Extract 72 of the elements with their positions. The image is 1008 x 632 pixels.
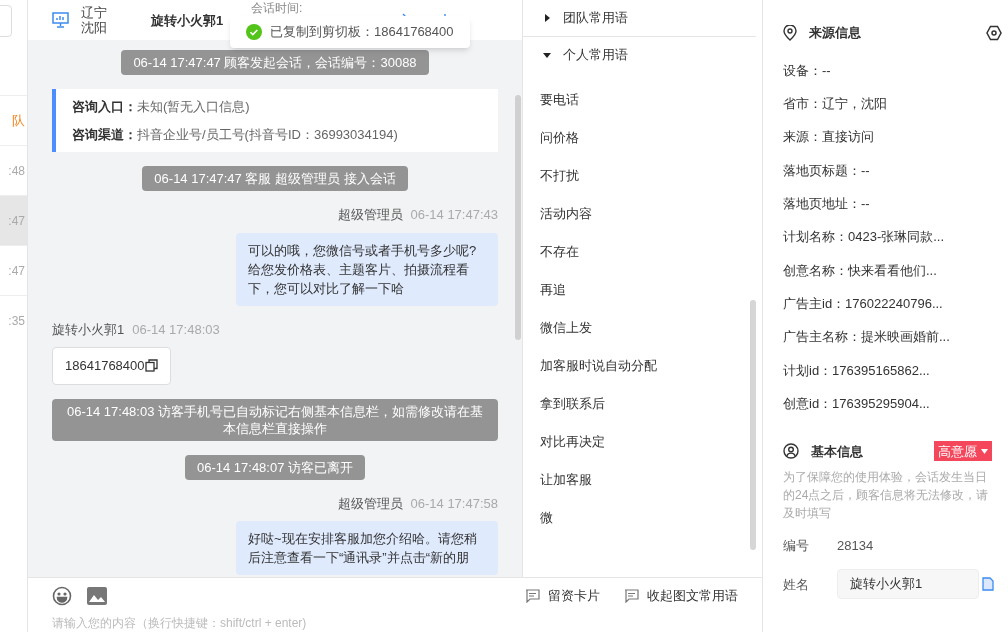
caret-down-icon — [543, 51, 551, 59]
phrase-item[interactable]: 活动内容 — [523, 195, 762, 233]
field-value: 28134 — [837, 536, 874, 555]
field-label: 编号 — [783, 536, 810, 555]
system-message: 06-14 17:48:03 访客手机号已自动标记右侧基本信息栏，如需修改请在基本信息栏直接操作 — [52, 398, 498, 441]
location-pin-icon — [783, 25, 797, 41]
system-message: 06-14 17:47:47 顾客发起会话，会话编号：30088 — [121, 50, 429, 75]
source-field: 创意id：176395295904... — [783, 386, 1004, 421]
scrollbar[interactable] — [750, 300, 756, 550]
toolbar-action[interactable]: 留资卡片 — [525, 586, 600, 606]
info-label: 咨询渠道： — [72, 125, 137, 144]
info-value: 抖音企业号/员工号(抖音号ID：36993034194) — [137, 125, 398, 144]
source-field: 落地页标题：-- — [783, 153, 1004, 188]
comment-icon — [624, 589, 639, 603]
user-icon — [783, 443, 799, 460]
source-field: 计划名称：0423-张琳同款... — [783, 220, 1004, 254]
caret-right-icon — [543, 14, 551, 22]
message-time: 06-14 17:47:58 — [410, 494, 498, 513]
source-field: 省市：辽宁，沈阳 — [783, 87, 1004, 121]
phrase-item[interactable]: 问价格 — [523, 119, 762, 157]
phrase-group-header[interactable]: 个人常用语 — [523, 37, 762, 73]
system-message: 06-14 17:48:07 访客已离开 — [184, 454, 366, 480]
emoji-icon[interactable] — [52, 586, 72, 606]
info-label: 咨询入口： — [72, 98, 137, 116]
phrase-item[interactable]: 再追 — [523, 271, 762, 309]
source-field: 广告主名称：提米映画婚前... — [783, 320, 1004, 354]
success-icon — [246, 24, 262, 40]
scrollbar[interactable] — [515, 95, 521, 340]
copy-icon[interactable] — [144, 359, 158, 373]
system-message: 06-14 17:47:47 客服 超级管理员 接入会话 — [142, 166, 408, 191]
source-field: 广告主id：176022240796... — [783, 287, 1004, 321]
sender-name: 超级管理员 — [337, 494, 403, 513]
phrase-item[interactable]: 不打扰 — [523, 157, 762, 195]
section-title: 来源信息 — [809, 24, 861, 43]
session-time-label: 会话时间: — [251, 1, 303, 15]
phrase-group-header[interactable]: 团队常用语 — [523, 0, 756, 36]
source-field: 设备：-- — [783, 54, 1004, 88]
intent-tag[interactable]: 高意愿 — [934, 441, 992, 462]
message-input[interactable]: 请输入您的内容（换行快捷键：shift/ctrl + enter) — [52, 614, 738, 632]
info-value: 未知(暂无入口信息) — [137, 98, 250, 116]
caret-down-icon — [981, 448, 988, 454]
phrase-item[interactable]: 拿到联系后 — [523, 385, 762, 423]
sender-name: 旋转小火郭1 — [52, 320, 125, 339]
comment-icon — [525, 589, 540, 603]
source-field: 来源：直接访问 — [783, 120, 1004, 154]
toolbar-action[interactable]: 收起图文常用语 — [624, 586, 738, 606]
chat-bubble: 好哒~现在安排客服加您介绍哈。请您稍后注意查看一下“通讯录”并点击“新的朋 — [236, 521, 498, 575]
visitor-name: 旋转小火郭1 — [151, 12, 225, 28]
phrase-item[interactable]: 让加客服 — [523, 461, 762, 499]
phrase-item[interactable]: 加客服时说自动分配 — [523, 347, 762, 385]
phrase-item[interactable]: 微 — [523, 499, 762, 537]
message-time: 06-14 17:48:03 — [132, 320, 220, 339]
monitor-icon — [52, 12, 69, 28]
sender-name: 超级管理员 — [337, 206, 403, 224]
name-field[interactable]: 旋转小火郭1 — [837, 569, 979, 600]
phrase-item[interactable]: 要电话 — [523, 81, 762, 119]
section-title: 基本信息 — [811, 442, 863, 461]
image-icon[interactable] — [87, 587, 107, 605]
settings-icon[interactable] — [986, 25, 1002, 41]
source-field: 落地页地址：-- — [783, 187, 1004, 221]
chat-bubble: 18641768400 — [52, 347, 171, 385]
notice-text: 为了保障您的使用体验，会话发生当日的24点之后，顾客信息将无法修改，请及时填写 — [783, 469, 990, 523]
phrase-item[interactable]: 对比再决定 — [523, 423, 762, 461]
phrase-item[interactable]: 不存在 — [523, 233, 762, 271]
message-time: 06-14 17:47:43 — [410, 206, 498, 224]
source-field: 创意名称：快来看看他们... — [783, 253, 1004, 288]
source-field: 计划id：176395165862... — [783, 353, 1004, 387]
chat-bubble: 可以的哦，您微信号或者手机号多少呢?给您发价格表、主题客片、拍摄流程看下，您可以对比了解一下哈 — [236, 232, 498, 306]
field-label: 姓名 — [783, 575, 810, 594]
visitor-location: 辽宁沈阳 — [81, 5, 108, 35]
phrase-item[interactable]: 微信上发 — [523, 309, 762, 347]
toast: 已复制到剪切板：18641768400 — [230, 16, 470, 48]
